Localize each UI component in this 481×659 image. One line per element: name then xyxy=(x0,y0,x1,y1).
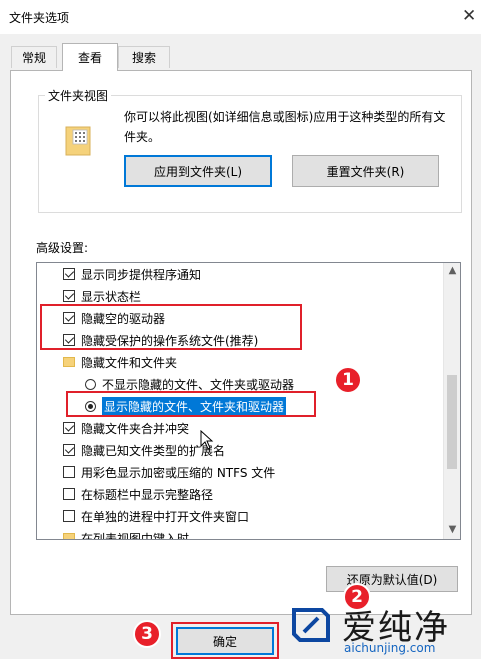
checkbox-icon[interactable] xyxy=(63,422,75,434)
list-item[interactable]: 显示同步提供程序通知 xyxy=(63,263,460,285)
folder-view-icon xyxy=(65,126,91,156)
title-bar xyxy=(0,0,481,34)
tab-view[interactable]: 查看 xyxy=(62,43,118,71)
tab-search[interactable]: 搜索 xyxy=(118,46,170,68)
watermark-logo-icon xyxy=(292,608,330,642)
checkbox-icon[interactable] xyxy=(63,466,75,478)
list-item[interactable]: 隐藏文件夹合并冲突 xyxy=(63,417,460,439)
step-badge-3: 3 xyxy=(133,620,161,648)
apply-to-folders-button[interactable]: 应用到文件夹(L) xyxy=(124,155,272,187)
list-item[interactable]: 在标题栏中显示完整路径 xyxy=(63,483,460,505)
checkbox-icon[interactable] xyxy=(63,510,75,522)
list-item[interactable]: 在单独的进程中打开文件夹窗口 xyxy=(63,505,460,527)
checkbox-icon[interactable] xyxy=(63,290,75,302)
checkbox-icon[interactable] xyxy=(63,488,75,500)
window-title: 文件夹选项 xyxy=(9,11,70,25)
mouse-cursor-icon xyxy=(200,430,214,450)
list-item[interactable]: 隐藏已知文件类型的扩展名 xyxy=(63,439,460,461)
advanced-settings-label: 高级设置: xyxy=(36,241,89,255)
checkbox-icon[interactable] xyxy=(63,268,75,280)
scroll-down-icon[interactable]: ▼ xyxy=(444,524,460,535)
scrollbar-thumb[interactable] xyxy=(447,375,457,469)
checkbox-icon[interactable] xyxy=(63,444,75,456)
scroll-up-icon[interactable]: ▲ xyxy=(444,265,460,276)
list-item: 隐藏文件和文件夹 xyxy=(63,351,460,373)
ok-button[interactable]: 确定 xyxy=(176,627,274,655)
folder-views-label: 文件夹视图 xyxy=(45,87,112,104)
list-item: 在列表视图中键入时 xyxy=(63,527,460,539)
radio-icon[interactable] xyxy=(85,378,96,390)
folder-icon xyxy=(63,357,75,367)
highlight-hidden-options xyxy=(40,304,302,350)
highlight-show-hidden xyxy=(66,391,316,417)
folder-views-description: 你可以将此视图(如详细信息或图标)应用于这种类型的所有文件夹。 xyxy=(124,110,446,144)
tab-general[interactable]: 常规 xyxy=(11,46,57,68)
list-item[interactable]: 用彩色显示加密或压缩的 NTFS 文件 xyxy=(63,461,460,483)
step-badge-1: 1 xyxy=(334,366,362,394)
list-scrollbar[interactable]: ▲ ▼ xyxy=(443,263,460,539)
reset-folders-button[interactable]: 重置文件夹(R) xyxy=(292,155,439,187)
folder-icon xyxy=(63,533,75,539)
close-icon[interactable]: ✕ xyxy=(462,6,476,26)
watermark-url: aichunjing.com xyxy=(344,641,436,655)
